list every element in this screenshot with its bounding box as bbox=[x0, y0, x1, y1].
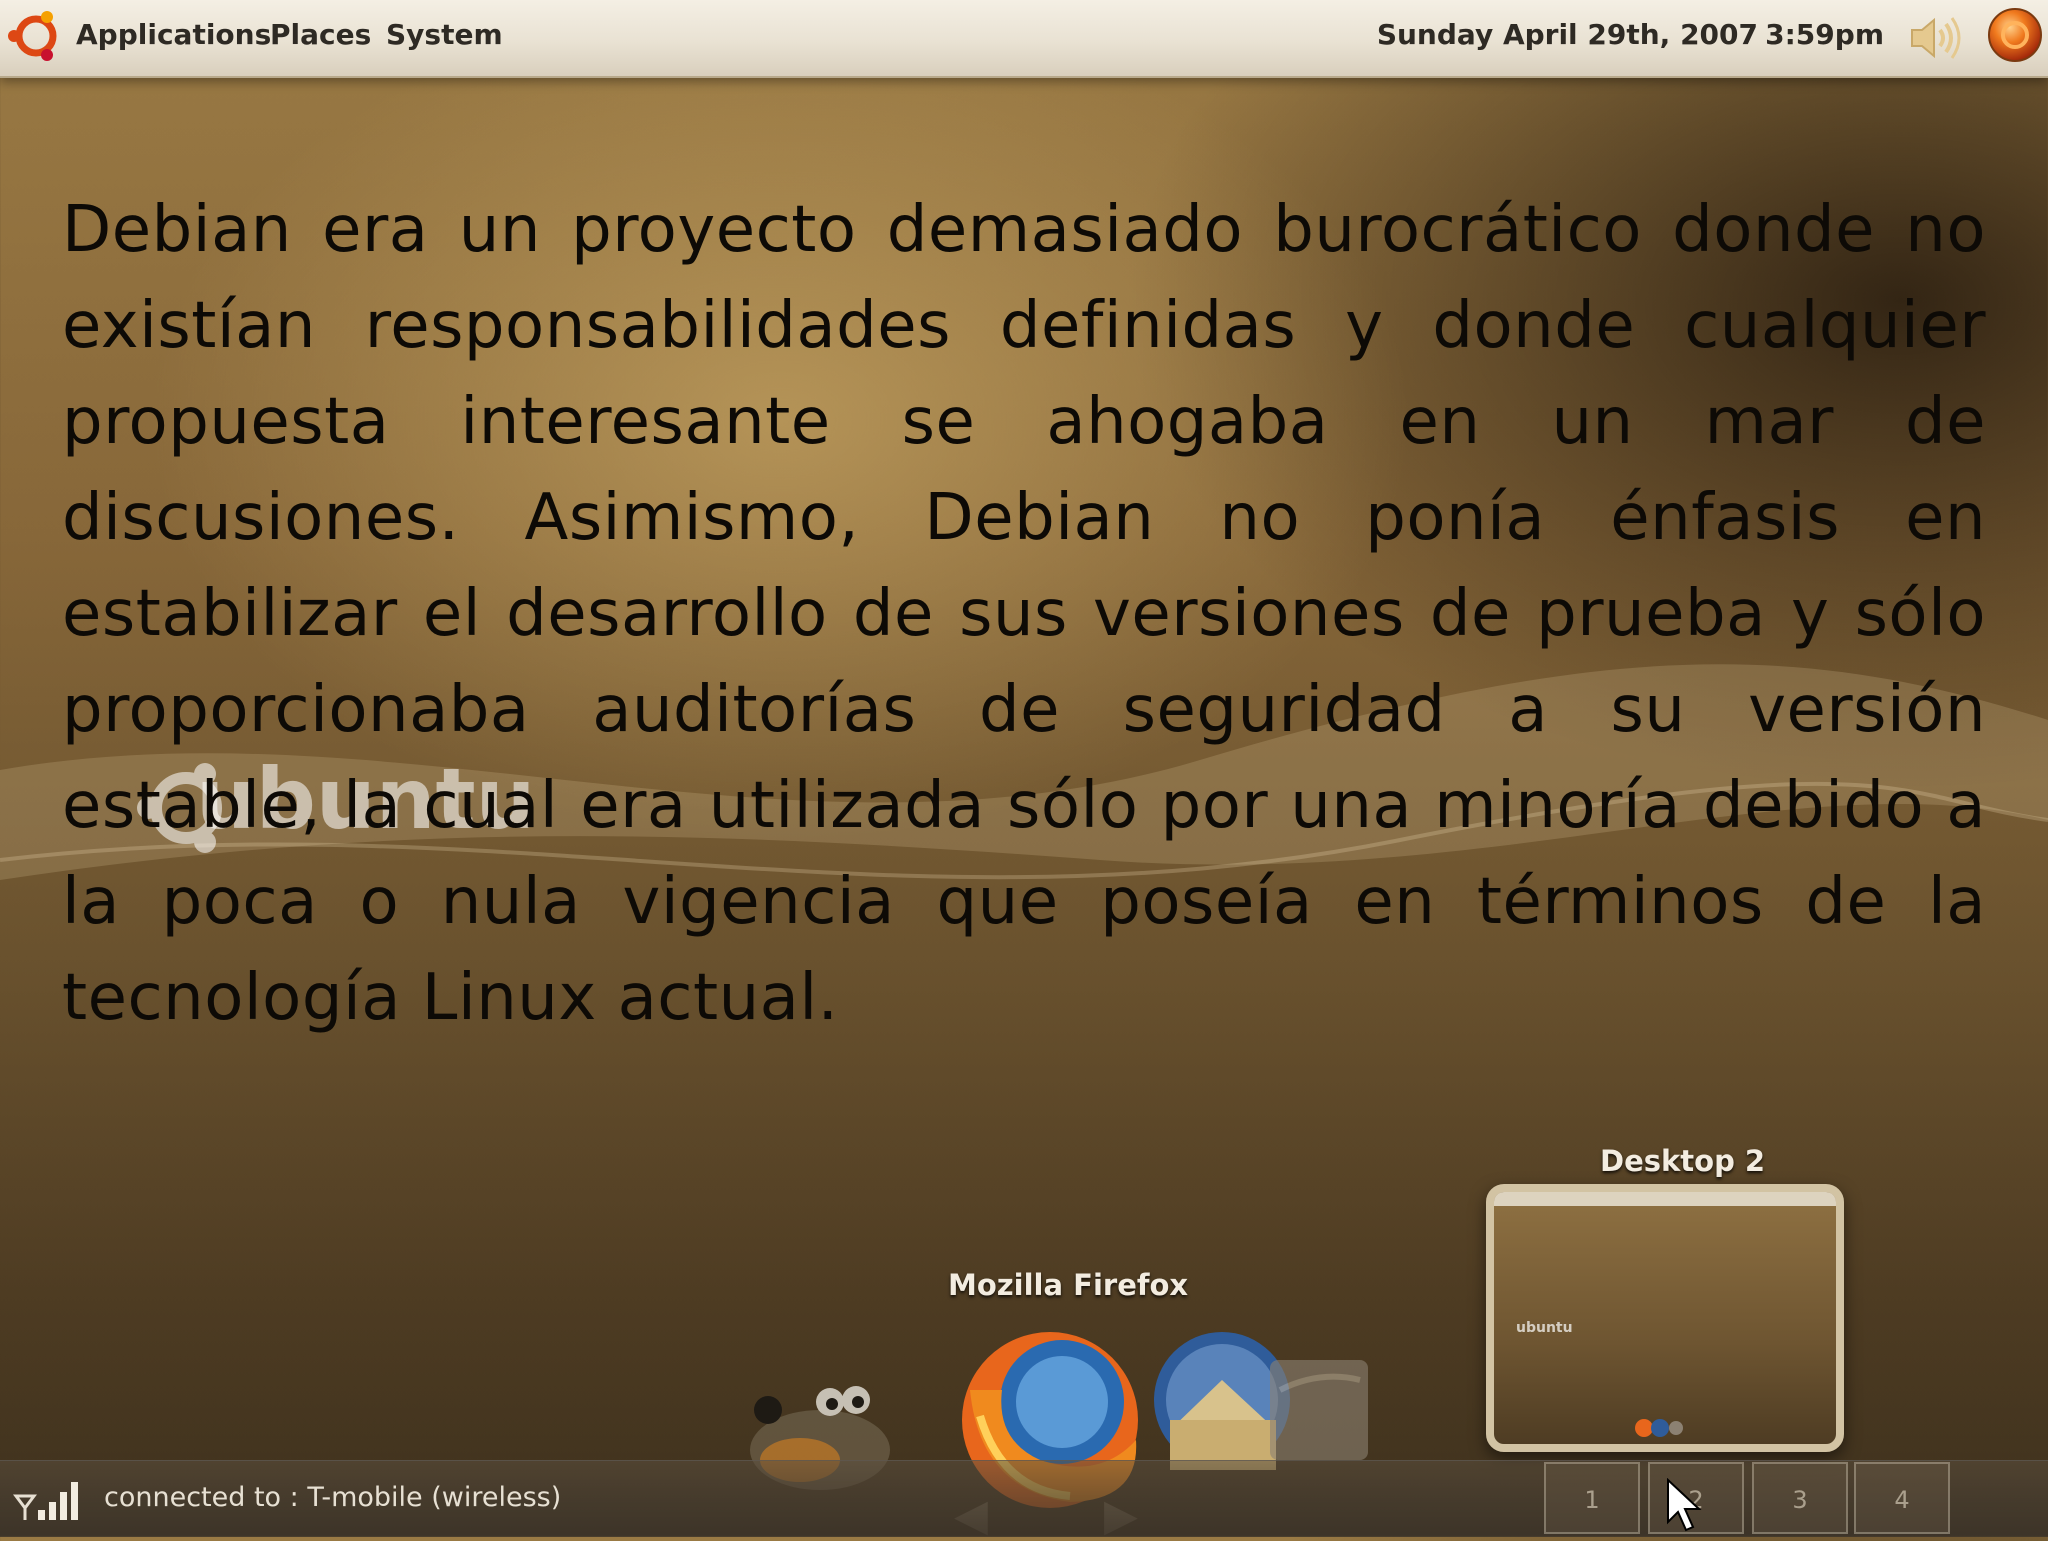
dock-active-label: Mozilla Firefox bbox=[948, 1268, 1189, 1302]
menu-applications[interactable]: Applications bbox=[76, 18, 271, 51]
workspace-3[interactable]: 3 bbox=[1752, 1462, 1848, 1534]
mouse-pointer-icon bbox=[1667, 1478, 1702, 1532]
top-panel: Applications Places System Sunday April … bbox=[0, 0, 2048, 78]
volume-icon[interactable] bbox=[1908, 14, 1964, 62]
slide-paragraph: Debian era un proyecto demasiado burocrá… bbox=[62, 193, 1986, 1035]
desktop-preview[interactable]: ubuntu bbox=[1486, 1184, 1844, 1452]
folder-icon[interactable] bbox=[1270, 1360, 1368, 1460]
workspace-1[interactable]: 1 bbox=[1544, 1462, 1640, 1534]
desktop-preview-watermark: ubuntu bbox=[1516, 1320, 1573, 1336]
menu-places[interactable]: Places bbox=[270, 18, 371, 51]
session-orb-icon[interactable] bbox=[1986, 6, 2044, 64]
desktop-preview-panel bbox=[1494, 1192, 1836, 1206]
wireless-signal-icon[interactable] bbox=[12, 1476, 92, 1522]
thunderbird-icon[interactable] bbox=[1154, 1332, 1290, 1470]
desktop-preview-dock bbox=[1635, 1419, 1683, 1437]
network-status: connected to : T-mobile (wireless) bbox=[104, 1482, 562, 1513]
clock-time[interactable]: 3:59pm bbox=[1765, 18, 1884, 51]
clock-date[interactable]: Sunday April 29th, 2007 bbox=[1377, 18, 1758, 51]
desktop-preview-label: Desktop 2 bbox=[1600, 1144, 1766, 1178]
workspace-4[interactable]: 4 bbox=[1854, 1462, 1950, 1534]
menu-system[interactable]: System bbox=[386, 18, 503, 51]
ubuntu-logo-icon[interactable] bbox=[6, 6, 66, 66]
